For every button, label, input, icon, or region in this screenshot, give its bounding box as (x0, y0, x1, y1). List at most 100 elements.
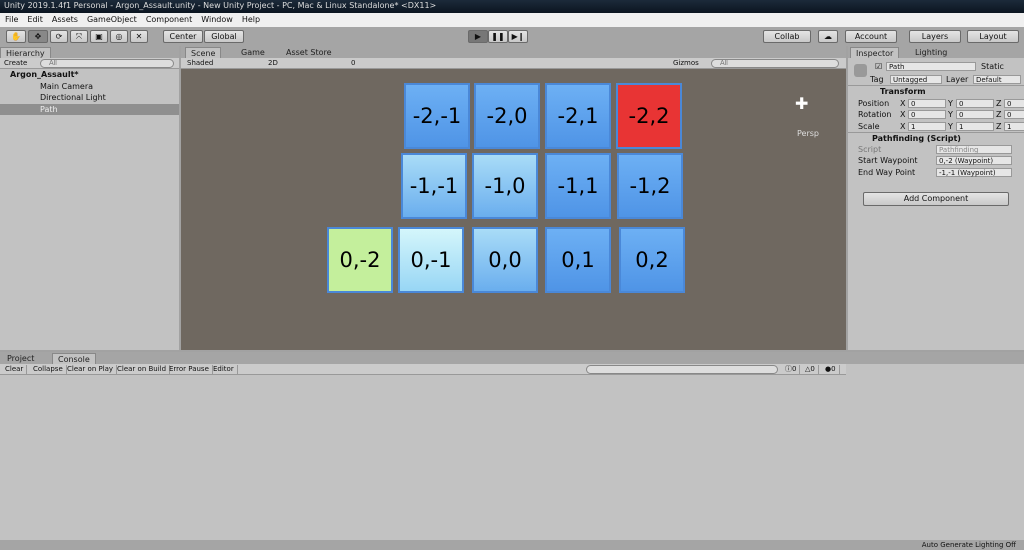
end-waypoint-field[interactable]: -1,-1 (Waypoint) (936, 167, 1012, 177)
tile-label: 0,1 (561, 248, 595, 272)
active-checkbox[interactable]: ☑ (875, 62, 882, 71)
transform-x-field[interactable]: 0 (908, 98, 946, 108)
waypoint-tile[interactable]: 0,-2 (327, 227, 393, 293)
error-count[interactable]: ●0 (822, 365, 840, 374)
gizmos-dropdown[interactable]: Gizmos (673, 59, 699, 67)
transform-z-field[interactable]: 0 (1004, 110, 1024, 119)
layout-button[interactable]: Layout (967, 30, 1019, 43)
menu-gameobject[interactable]: GameObject (87, 15, 137, 25)
rotate-tool-icon[interactable]: ⟳ (50, 30, 68, 43)
waypoint-tile[interactable]: 0,-1 (398, 227, 464, 293)
script-header[interactable]: Pathfinding (Script) (848, 132, 1024, 144)
collapse-button[interactable]: Collapse (30, 365, 67, 374)
tab-scene[interactable]: Scene (185, 47, 222, 58)
tab-asset-store[interactable]: Asset Store (281, 47, 337, 58)
scene-view[interactable]: -2,-1 -2,0 -2,1 -2,2 -1,-1 -1,0 -1,1 -1,2 0,-2 0,… (181, 69, 846, 350)
menu-file[interactable]: File (5, 15, 18, 25)
clear-on-build-button[interactable]: Clear on Build (114, 365, 171, 374)
layers-button[interactable]: Layers (909, 30, 961, 43)
warning-count[interactable]: △0 (802, 365, 819, 374)
tab-project[interactable]: Project (2, 353, 39, 364)
waypoint-tile[interactable]: -1,-1 (401, 153, 467, 219)
waypoint-tile[interactable]: -1,2 (617, 153, 683, 219)
cloud-icon[interactable]: ☁ (818, 30, 838, 43)
tag-label: Tag (870, 75, 884, 84)
tab-hierarchy[interactable]: Hierarchy (0, 47, 51, 58)
hierarchy-search-input[interactable] (40, 59, 174, 68)
transform-header[interactable]: Transform (848, 86, 1024, 98)
transform-z-field[interactable]: 0 (1004, 98, 1024, 108)
move-tool-icon[interactable]: ✥ (28, 30, 48, 43)
console-search-input[interactable] (586, 365, 778, 374)
hierarchy-item-selected[interactable]: Path (0, 103, 179, 115)
scene-panel: Scene Game Asset Store Shaded 2D 0 Gizmo… (181, 46, 846, 350)
start-waypoint-field[interactable]: 0,-2 (Waypoint) (936, 156, 1012, 165)
tab-lighting[interactable]: Lighting (910, 47, 952, 58)
menu-component[interactable]: Component (146, 15, 192, 25)
account-button[interactable]: Account (845, 30, 897, 43)
tile-label: 0,-1 (410, 248, 452, 272)
menu-help[interactable]: Help (242, 15, 260, 25)
clear-on-play-button[interactable]: Clear on Play (64, 365, 118, 374)
rect-tool-icon[interactable]: ▣ (90, 30, 108, 43)
pivot-center-button[interactable]: Center (163, 30, 203, 43)
shading-dropdown[interactable]: Shaded (187, 59, 213, 67)
add-component-button[interactable]: Add Component (863, 192, 1009, 206)
orientation-gizmo[interactable]: ✚ (795, 94, 815, 114)
step-button[interactable]: ▶❙ (508, 30, 528, 43)
custom-tool-icon[interactable]: ✕ (130, 30, 148, 43)
pivot-global-button[interactable]: Global (204, 30, 244, 43)
transform-z-field[interactable]: 1 (1004, 121, 1024, 131)
transform-y-field[interactable]: 0 (956, 110, 994, 119)
menu-edit[interactable]: Edit (27, 15, 43, 25)
transform-y-field[interactable]: 0 (956, 98, 994, 108)
scale-tool-icon[interactable]: ⤧ (70, 30, 88, 43)
tile-label: -2,-1 (412, 104, 462, 128)
scene-search-input[interactable] (711, 59, 839, 68)
menu-assets[interactable]: Assets (52, 15, 78, 25)
hand-tool-icon[interactable]: ✋ (6, 30, 26, 43)
scene-root[interactable]: Argon_Assault* (0, 69, 179, 81)
waypoint-tile[interactable]: -1,0 (472, 153, 538, 219)
clear-button[interactable]: Clear (2, 365, 28, 374)
waypoint-tile[interactable]: -2,1 (545, 83, 611, 149)
tag-dropdown[interactable]: Untagged (890, 75, 942, 84)
create-button[interactable]: Create (4, 59, 27, 67)
toolbar: ✋ ✥ ⟳ ⤧ ▣ ◎ ✕ Center Global ▶ ❚❚ ▶❙ Coll… (0, 27, 1024, 46)
tab-game[interactable]: Game (236, 47, 270, 58)
layer-dropdown[interactable]: Default (973, 75, 1021, 84)
waypoint-tile[interactable]: -1,1 (545, 153, 611, 219)
error-pause-button[interactable]: Error Pause (166, 365, 213, 374)
collab-button[interactable]: Collab (763, 30, 811, 43)
waypoint-tile[interactable]: -2,2 (616, 83, 682, 149)
hierarchy-item[interactable]: Main Camera (0, 81, 179, 93)
editor-dropdown[interactable]: Editor (210, 365, 238, 374)
start-waypoint-label: Start Waypoint (858, 156, 918, 165)
persp-label[interactable]: Persp (797, 129, 819, 138)
2d-toggle[interactable]: 2D (268, 59, 278, 67)
static-checkbox[interactable]: Static (981, 62, 1004, 71)
transform-y-field[interactable]: 1 (956, 121, 994, 131)
waypoint-tile[interactable]: 0,1 (545, 227, 611, 293)
transform-tool-icon[interactable]: ◎ (110, 30, 128, 43)
tab-console[interactable]: Console (52, 353, 96, 364)
waypoint-tile[interactable]: -2,-1 (404, 83, 470, 149)
name-field[interactable]: Path (886, 62, 976, 71)
info-count[interactable]: ⓘ0 (782, 365, 801, 374)
play-button[interactable]: ▶ (468, 30, 488, 43)
waypoint-tile[interactable]: 0,0 (472, 227, 538, 293)
tile-label: 0,-2 (339, 248, 381, 272)
waypoint-tile[interactable]: 0,2 (619, 227, 685, 293)
script-field[interactable]: Pathfinding (936, 144, 1012, 154)
hidden-count[interactable]: 0 (351, 59, 355, 67)
error-count-value: 0 (831, 365, 836, 373)
transform-label: Scale (858, 121, 880, 131)
menu-window[interactable]: Window (201, 15, 233, 25)
transform-x-field[interactable]: 0 (908, 110, 946, 119)
hierarchy-item[interactable]: Directional Light (0, 92, 179, 104)
waypoint-tile[interactable]: -2,0 (474, 83, 540, 149)
tab-inspector[interactable]: Inspector (850, 47, 900, 58)
transform-x-field[interactable]: 1 (908, 121, 946, 131)
tile-label: -2,1 (557, 104, 599, 128)
pause-button[interactable]: ❚❚ (488, 30, 508, 43)
